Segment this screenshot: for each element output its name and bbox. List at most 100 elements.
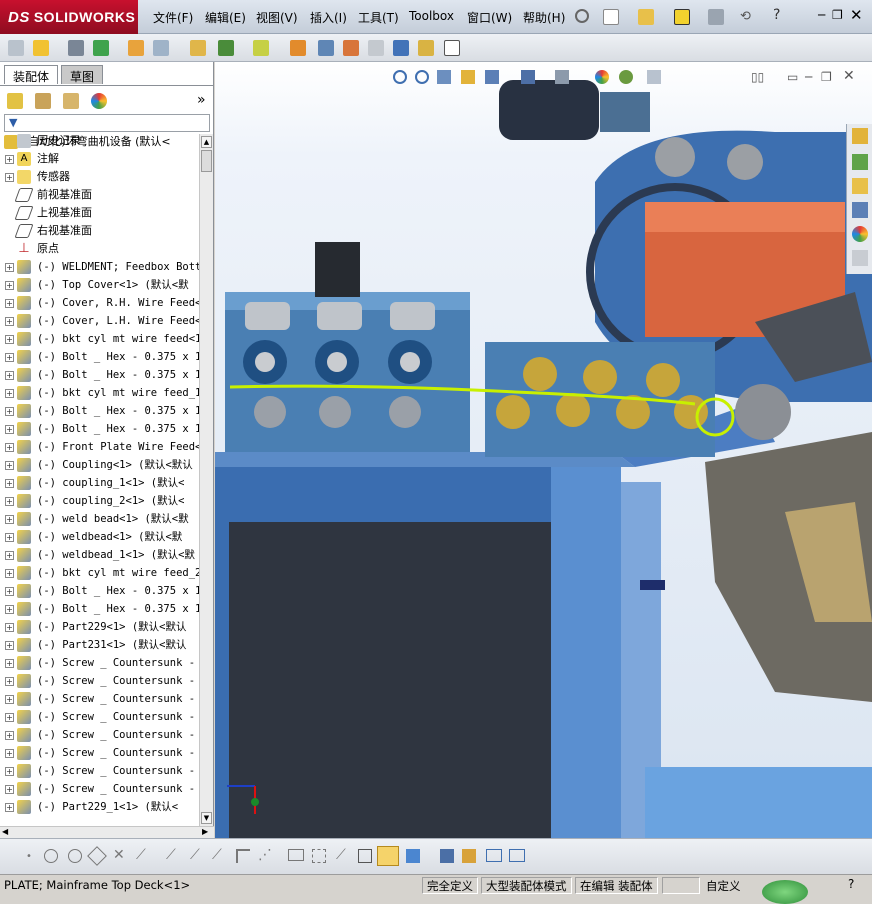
expand-toggle-icon[interactable]: + bbox=[5, 262, 14, 272]
insert-component-icon[interactable] bbox=[8, 40, 24, 56]
tab-sketch[interactable]: 草图 bbox=[61, 65, 104, 84]
tree-item-component[interactable]: + (-) bkt cyl mt wire feed<1 bbox=[0, 330, 200, 348]
tree-item-component[interactable]: + (-) Coupling<1> (默认<默认 bbox=[0, 456, 200, 474]
close-window-icon[interactable]: ✕ bbox=[850, 6, 863, 24]
graphics-viewport[interactable]: ▯▯ ▭ ─ ❐ ✕ bbox=[215, 62, 872, 838]
expand-toggle-icon[interactable]: + bbox=[5, 622, 14, 632]
status-units[interactable]: 自定义 bbox=[706, 878, 741, 894]
expand-toggle-icon[interactable]: + bbox=[5, 784, 14, 794]
tree-item-component[interactable]: + (-) Bolt _ Hex - 0.375 x 1 bbox=[0, 366, 200, 384]
tree-item-component[interactable]: + (-) Screw _ Countersunk - bbox=[0, 654, 200, 672]
tree-item-component[interactable]: + (-) WELDMENT; Feedbox Bott bbox=[0, 258, 200, 276]
new-motion-study-icon[interactable] bbox=[253, 40, 269, 56]
viewport-close-icon[interactable]: ✕ bbox=[843, 68, 855, 84]
menu-toolbox[interactable]: Toolbox bbox=[409, 9, 454, 23]
tree-item-component[interactable]: + (-) Top Cover<1> (默认<默 bbox=[0, 276, 200, 294]
expand-toggle-icon[interactable]: + bbox=[5, 478, 14, 488]
status-help-icon[interactable]: ? bbox=[848, 877, 854, 891]
bill-of-materials-icon[interactable] bbox=[290, 40, 306, 56]
corner-rectangle-icon[interactable] bbox=[236, 849, 250, 863]
tree-item-component[interactable]: + (-) bkt cyl mt wire feed_1 bbox=[0, 384, 200, 402]
section-icon[interactable] bbox=[440, 849, 454, 863]
tree-filter-box[interactable]: ▼ bbox=[4, 114, 210, 132]
construction-line-icon[interactable]: ⋰ bbox=[258, 847, 272, 863]
tree-item-component[interactable]: + (-) Bolt _ Hex - 0.375 x 1 bbox=[0, 348, 200, 366]
tree-item-component[interactable]: + (-) Screw _ Countersunk - bbox=[0, 672, 200, 690]
tree-item-component[interactable]: + (-) Part231<1> (默认<默认 bbox=[0, 636, 200, 654]
help-icon[interactable]: ? bbox=[773, 7, 780, 23]
tree-item-component[interactable]: + (-) Screw _ Countersunk - bbox=[0, 780, 200, 798]
shaded-edges-icon[interactable] bbox=[406, 849, 420, 863]
circle-icon[interactable] bbox=[44, 849, 58, 863]
tree-item-component[interactable]: + (-) weldbead<1> (默认<默 bbox=[0, 528, 200, 546]
expand-panel-icon[interactable]: » bbox=[197, 92, 206, 108]
view-settings-icon[interactable] bbox=[647, 70, 661, 84]
mate-icon[interactable] bbox=[33, 40, 49, 56]
zoom-to-area-icon[interactable] bbox=[415, 70, 429, 84]
design-library-icon[interactable] bbox=[852, 154, 868, 170]
viewport-restore-icon[interactable]: ❐ bbox=[821, 70, 832, 84]
open-folder-icon[interactable] bbox=[638, 9, 654, 25]
tree-item-sensors[interactable]: + 传感器 bbox=[0, 168, 200, 186]
edit-appearance-icon[interactable] bbox=[595, 70, 609, 84]
menu-insert[interactable]: 插入(I) bbox=[310, 9, 347, 26]
menu-window[interactable]: 窗口(W) bbox=[467, 9, 512, 26]
tree-item-component[interactable]: + (-) Cover, L.H. Wire Feed< bbox=[0, 312, 200, 330]
tree-item-history[interactable]: 历史记录 bbox=[0, 132, 200, 150]
tree-item-component[interactable]: + (-) coupling_2<1> (默认< bbox=[0, 492, 200, 510]
expand-toggle-icon[interactable]: + bbox=[5, 766, 14, 776]
tree-item-component[interactable]: + (-) Screw _ Countersunk - bbox=[0, 708, 200, 726]
window-tile-icon[interactable] bbox=[486, 849, 502, 862]
menu-help[interactable]: 帮助(H) bbox=[523, 9, 565, 26]
expand-toggle-icon[interactable]: + bbox=[5, 352, 14, 362]
expand-toggle-icon[interactable]: + bbox=[5, 568, 14, 578]
tree-item-component[interactable]: + (-) Screw _ Countersunk - bbox=[0, 690, 200, 708]
tree-item-component[interactable]: + (-) weld bead<1> (默认<默 bbox=[0, 510, 200, 528]
pin-icon[interactable] bbox=[575, 9, 589, 23]
property-manager-icon[interactable] bbox=[35, 93, 51, 109]
tree-item-right-plane[interactable]: 右视基准面 bbox=[0, 222, 200, 240]
expand-toggle-icon[interactable]: + bbox=[5, 370, 14, 380]
tab-assembly[interactable]: 装配体 bbox=[4, 65, 59, 84]
menu-view[interactable]: 视图(V) bbox=[256, 9, 298, 26]
expand-toggle-icon[interactable]: + bbox=[5, 550, 14, 560]
scroll-right-icon[interactable]: ▶ bbox=[202, 827, 208, 836]
tree-item-top-plane[interactable]: 上视基准面 bbox=[0, 204, 200, 222]
expand-toggle-icon[interactable]: + bbox=[5, 532, 14, 542]
expand-toggle-icon[interactable]: + bbox=[5, 730, 14, 740]
solidworks-logo[interactable]: DS SOLIDWORKS bbox=[0, 0, 138, 34]
minimize-window-icon[interactable]: ─ bbox=[818, 8, 825, 22]
expand-toggle-icon[interactable]: + bbox=[5, 298, 14, 308]
zoom-to-fit-icon[interactable] bbox=[393, 70, 407, 84]
expand-toggle-icon[interactable]: + bbox=[5, 802, 14, 812]
trim-icon[interactable]: ✕ bbox=[113, 847, 125, 863]
clearance-icon[interactable] bbox=[393, 40, 409, 56]
cube-view-icon[interactable] bbox=[358, 849, 372, 863]
print-icon[interactable] bbox=[708, 9, 724, 25]
tree-item-component[interactable]: + (-) coupling_1<1> (默认< bbox=[0, 474, 200, 492]
tree-item-component[interactable]: + (-) Bolt _ Hex - 0.375 x 1 bbox=[0, 420, 200, 438]
expand-toggle-icon[interactable]: + bbox=[5, 406, 14, 416]
rebuild-icon[interactable] bbox=[462, 849, 476, 863]
expand-toggle-icon[interactable]: + bbox=[5, 748, 14, 758]
expand-toggle-icon[interactable]: + bbox=[5, 514, 14, 524]
tree-item-component[interactable]: + (-) Part229_1<1> (默认< bbox=[0, 798, 200, 816]
appearances-icon[interactable] bbox=[852, 226, 868, 242]
scroll-left-icon[interactable]: ◀ bbox=[2, 827, 8, 836]
display-style-icon[interactable] bbox=[521, 70, 535, 84]
new-document-icon[interactable] bbox=[603, 9, 619, 25]
expand-toggle-icon[interactable]: + bbox=[5, 712, 14, 722]
expand-toggle-icon[interactable]: + bbox=[5, 676, 14, 686]
exploded-view-icon[interactable] bbox=[318, 40, 334, 56]
scroll-up-icon[interactable]: ▲ bbox=[201, 136, 212, 148]
expand-toggle-icon[interactable]: + bbox=[5, 496, 14, 506]
tree-horizontal-scrollbar[interactable]: ◀ ▶ bbox=[0, 826, 214, 838]
warning-icon[interactable] bbox=[674, 9, 690, 25]
tree-item-annotations[interactable]: + A 注解 bbox=[0, 150, 200, 168]
tree-item-component[interactable]: + (-) Front Plate Wire Feed< bbox=[0, 438, 200, 456]
expand-toggle-icon[interactable]: + bbox=[5, 658, 14, 668]
window-grid-icon[interactable] bbox=[509, 849, 525, 862]
previous-view-icon[interactable] bbox=[437, 70, 451, 84]
scroll-thumb[interactable] bbox=[201, 150, 212, 172]
split-horizontal-icon[interactable]: ▯▯ bbox=[751, 70, 764, 84]
